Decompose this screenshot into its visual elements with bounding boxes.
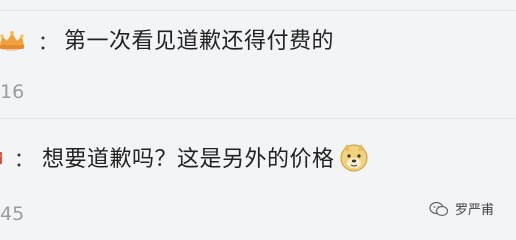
wechat-icon — [429, 201, 449, 216]
doge-emoji-icon — [340, 144, 368, 172]
divider — [0, 118, 516, 119]
like-count[interactable]: 45 — [0, 203, 24, 225]
watermark-text: 罗严甫 — [454, 203, 494, 218]
divider — [0, 10, 516, 11]
comment-text: 第一次看见道歉还得付费的 — [64, 29, 335, 54]
comment-text-body: 想要道歉吗？这是另外的价格 — [42, 147, 335, 172]
like-count[interactable]: 16 — [0, 81, 24, 103]
comment-separator: ： — [38, 30, 58, 54]
comment-text: 想要道歉吗？这是另外的价格 — [42, 144, 369, 175]
red-badge-icon — [0, 151, 2, 165]
crown-badge-icon — [0, 31, 24, 51]
watermark: 罗严甫 — [429, 199, 494, 218]
comment-separator: ： — [14, 147, 34, 171]
